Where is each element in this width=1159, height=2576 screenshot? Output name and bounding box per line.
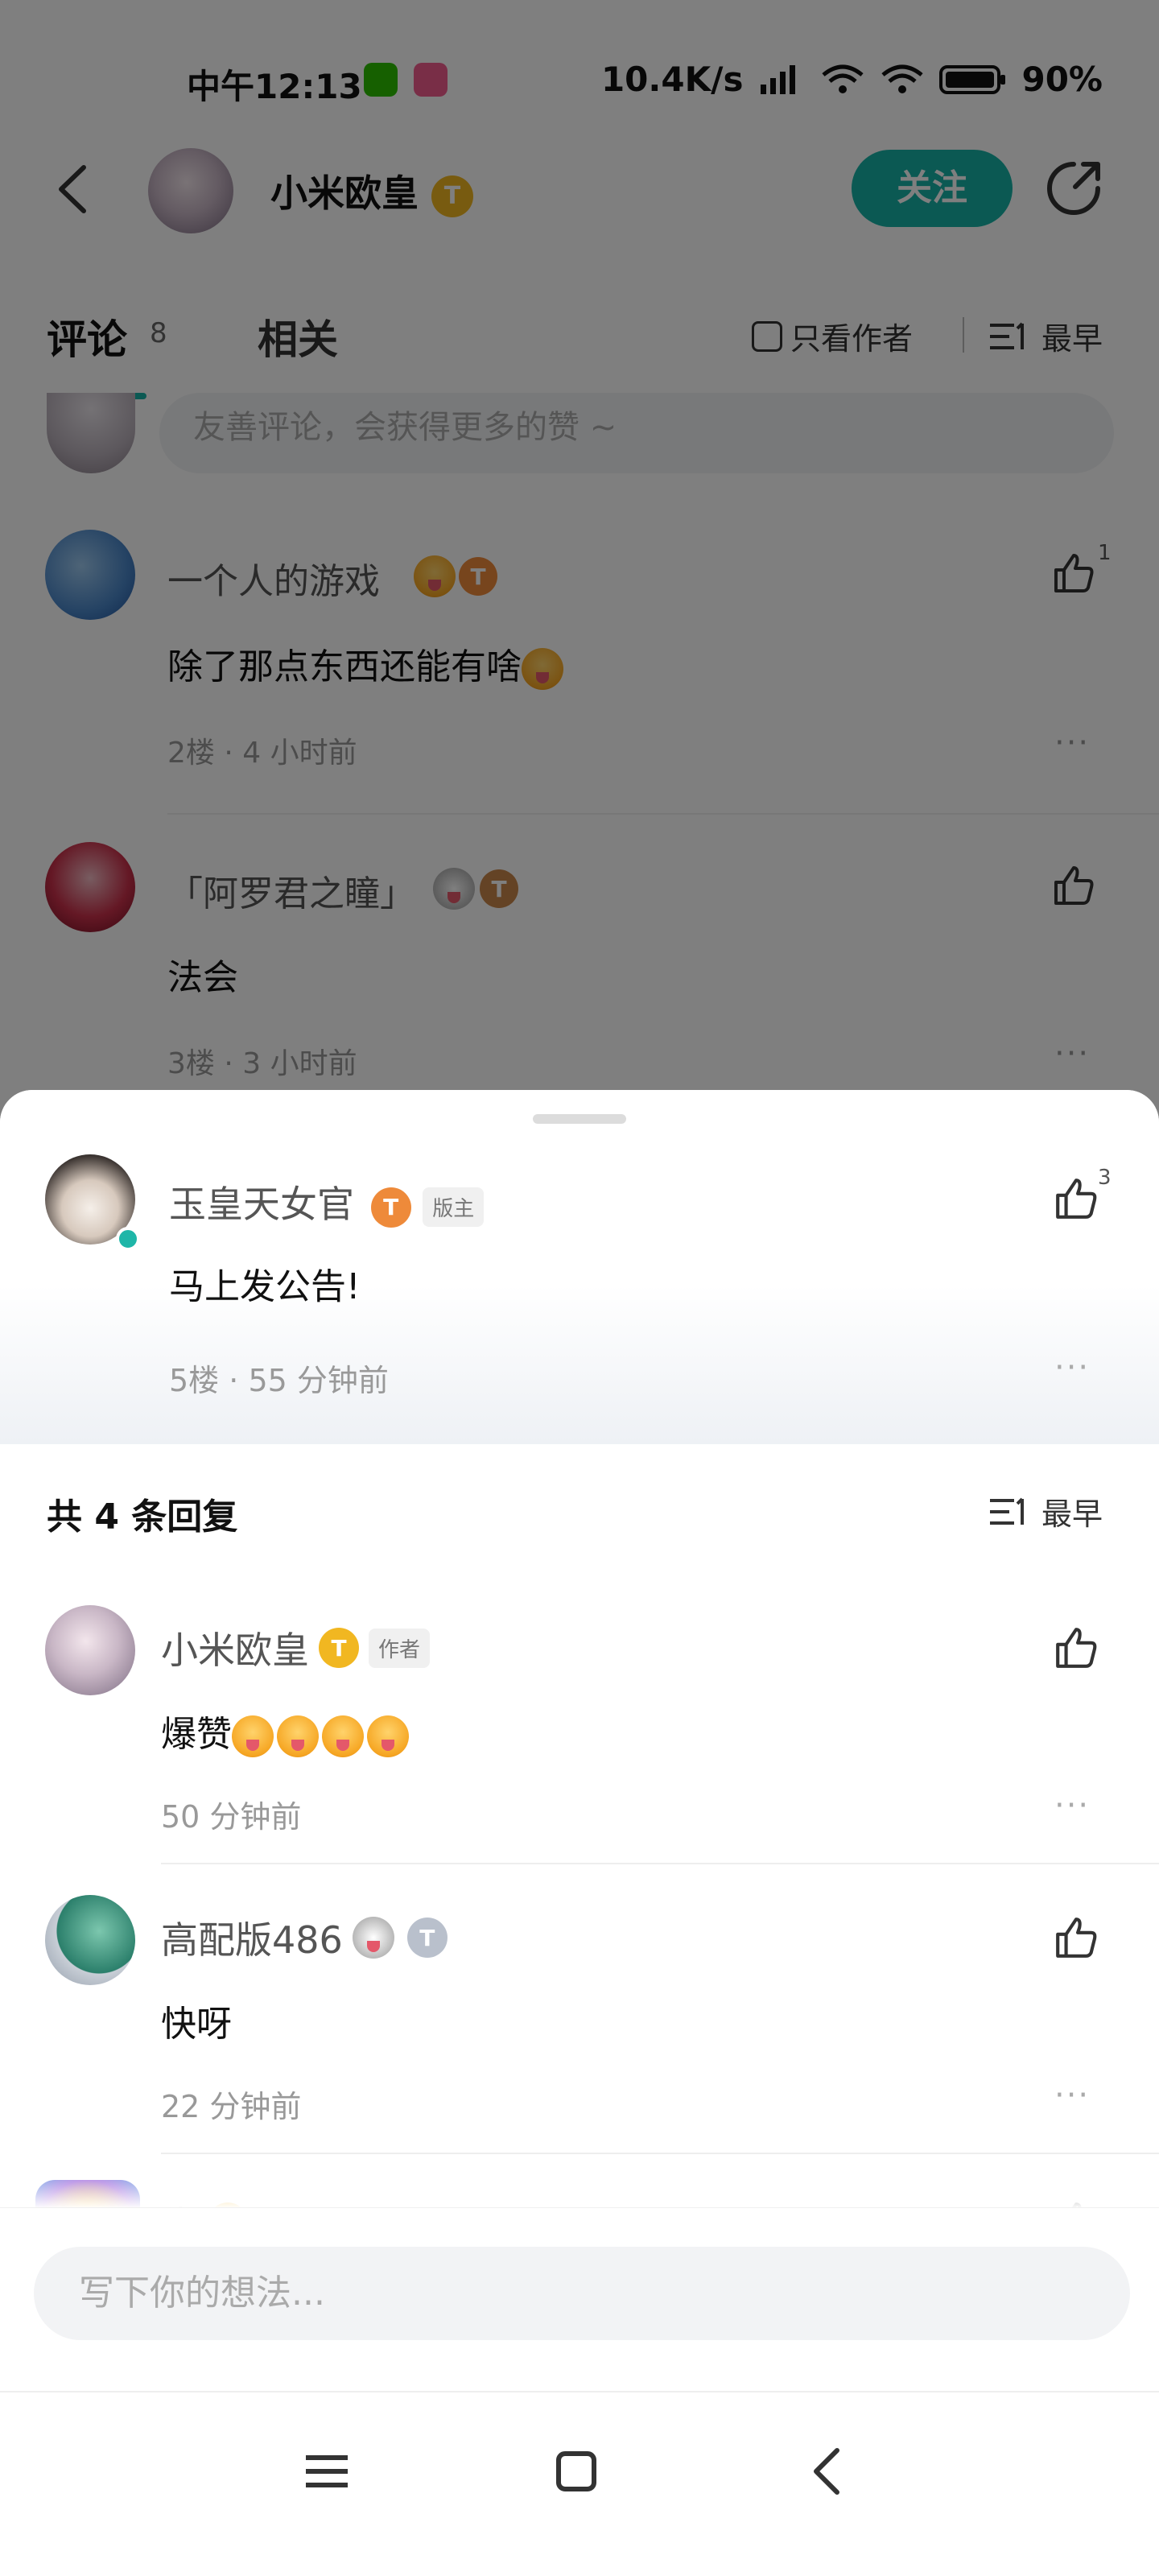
sort-icon [990,1497,1024,1525]
more-button[interactable]: ··· [1054,1787,1090,1824]
like-icon[interactable] [1053,1914,1099,1961]
drool-emoji-icon [277,1715,319,1757]
meta-separator: · [229,1363,239,1398]
system-nav-bar [0,2391,1159,2576]
reply-time: 50 分钟前 [161,1799,302,1835]
title-badge-icon [352,1917,394,1959]
parent-comment: 玉皇天女官 T 版主 马上发公告! 5楼 · 55 分钟前 3 ··· [0,1090,1159,1444]
replies-sheet: 玉皇天女官 T 版主 马上发公告! 5楼 · 55 分钟前 3 ··· 共 4 … [0,1090,1159,2576]
reply-text-content: 爆赞 [161,1714,232,1755]
back-nav-icon[interactable] [797,2439,861,2504]
like-count: 3 [1098,1166,1112,1190]
reply-name-row: 高配版486 T [161,1911,448,1964]
comment-time: 55 分钟前 [248,1363,389,1398]
drool-emoji-icon [367,1715,409,1757]
level-badge-icon: T [370,1187,411,1228]
author-tag: 作者 [369,1628,431,1668]
parent-name-row: 玉皇天女官 T 版主 [169,1175,485,1228]
parent-name[interactable]: 玉皇天女官 [169,1183,354,1226]
drool-emoji-icon [322,1715,364,1757]
reply-sort-button[interactable]: 最早 [990,1489,1103,1534]
sheet-grabber[interactable] [533,1114,626,1124]
reply-text: 爆赞 [161,1705,412,1757]
sort-label: 最早 [1041,1496,1103,1532]
floor-number: 5楼 [169,1363,220,1398]
home-icon[interactable] [544,2439,608,2504]
reply-divider [161,2153,1159,2154]
reply-input[interactable]: 写下你的想法... [34,2247,1130,2340]
level-badge-icon: T [406,1918,448,1958]
menu-icon[interactable] [295,2439,359,2504]
level-badge-icon: T [319,1628,359,1668]
reply-avatar[interactable] [45,1605,135,1695]
like-icon[interactable] [1053,1175,1099,1222]
verified-icon [116,1227,140,1251]
parent-meta: 5楼 · 55 分钟前 [169,1356,389,1400]
list-fade [0,2161,1159,2209]
drool-emoji-icon [232,1715,274,1757]
parent-text: 马上发公告! [169,1266,361,1307]
moderator-tag: 版主 [423,1187,485,1227]
reply-name[interactable]: 高配版486 [161,1911,343,1964]
reply-divider [161,1863,1159,1864]
reply-time: 22 分钟前 [161,2089,302,2124]
reply-avatar[interactable] [45,1895,135,1985]
reply-text: 快呀 [161,2004,232,2045]
like-icon[interactable] [1053,1624,1099,1671]
more-button[interactable]: ··· [1054,2077,1090,2114]
reply-name[interactable]: 小米欧皇 [161,1621,309,1674]
reply-count-header: 共 4 条回复 [47,1496,238,1538]
reply-input-bar: 写下你的想法... [0,2207,1159,2391]
more-button[interactable]: ··· [1054,1349,1090,1386]
reply-name-row: 小米欧皇 T 作者 [161,1621,431,1674]
